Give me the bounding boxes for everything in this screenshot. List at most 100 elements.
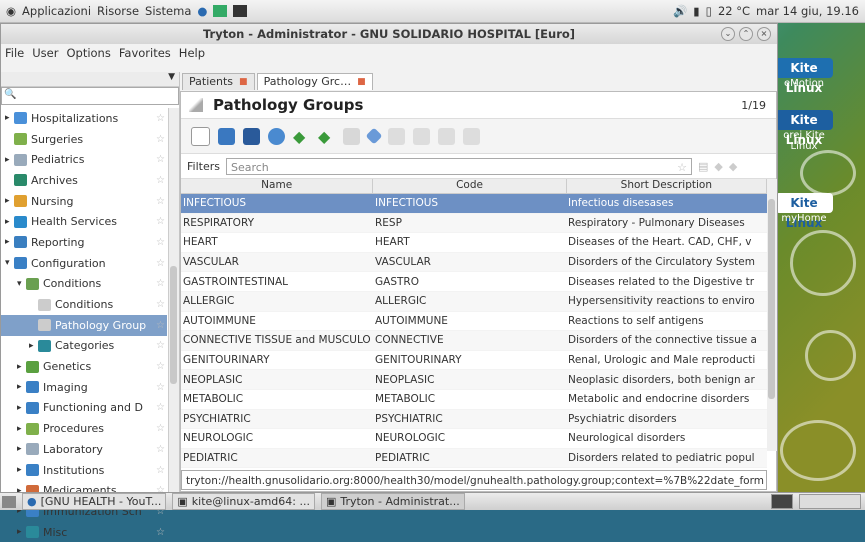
sidebar-item[interactable]: ▸ Pediatrics ☆ <box>1 149 167 170</box>
tab-patients[interactable]: Patients ■ <box>182 73 255 90</box>
sidebar-item[interactable]: ▸ Misc ☆ <box>1 522 167 542</box>
expand-arrow-icon[interactable]: ▸ <box>17 403 26 413</box>
table-row[interactable]: CONNECTIVE TISSUE and MUSCULO CONNECTIVE D… <box>181 331 767 351</box>
sidebar-item[interactable]: ▸ Hospitalizations ☆ <box>1 108 167 129</box>
favorite-star-icon[interactable]: ☆ <box>156 444 165 455</box>
report-icon[interactable] <box>413 127 430 145</box>
email-icon[interactable] <box>438 127 455 145</box>
table-row[interactable]: RESPIRATORY RESP Respiratory - Pulmonary D… <box>181 213 767 234</box>
menu-favorites[interactable]: Favorites <box>119 46 171 60</box>
sidebar-item[interactable]: Conditions ☆ <box>1 294 167 315</box>
table-row[interactable]: HEART HEART Diseases of the Heart. CAD, CH… <box>181 233 767 253</box>
save-icon[interactable] <box>218 127 235 145</box>
menu-file[interactable]: File <box>5 46 24 60</box>
menu-help[interactable]: Help <box>179 46 205 60</box>
favorite-star-icon[interactable]: ☆ <box>156 361 165 372</box>
clock-text[interactable]: mar 14 giu, 19.16 <box>756 4 859 18</box>
close-tab-icon[interactable]: ■ <box>239 74 248 90</box>
sidebar-item[interactable]: ▸ Functioning and D ☆ <box>1 398 167 419</box>
next-icon[interactable]: ◆ <box>318 128 335 145</box>
column-code[interactable]: Code <box>373 179 567 193</box>
menu-user[interactable]: User <box>32 46 58 60</box>
menu-applications[interactable]: Applicazioni <box>22 4 91 18</box>
scrollbar-thumb[interactable] <box>170 266 177 384</box>
taskbar-item-terminal[interactable]: ▣ kite@linux-amd64: ... <box>172 493 315 510</box>
sidebar-item[interactable]: ▸ Genetics ☆ <box>1 356 167 377</box>
attachment-icon[interactable] <box>343 127 360 145</box>
star-icon[interactable]: ☆ <box>677 159 687 176</box>
menu-system[interactable]: Sistema <box>145 4 191 18</box>
column-name[interactable]: Name <box>181 179 374 193</box>
monitor-launcher-icon[interactable] <box>213 5 228 17</box>
column-short-description[interactable]: Short Description <box>567 179 767 193</box>
battery-icon[interactable]: ▯ <box>706 4 712 18</box>
sidebar-search-input[interactable]: 🔍 <box>1 87 179 105</box>
window-titlebar[interactable]: Tryton - Administrator - GNU SOLIDARIO H… <box>1 24 777 44</box>
sidebar-item[interactable]: Surgeries ☆ <box>1 129 167 150</box>
previous-page-icon[interactable]: ◆ <box>714 160 722 173</box>
terminal-launcher-icon[interactable] <box>233 5 248 17</box>
sidebar-item[interactable]: ▸ Institutions ☆ <box>1 460 167 481</box>
grid-scrollbar[interactable] <box>767 179 777 451</box>
system-logo-icon[interactable]: ◉ <box>6 4 16 18</box>
table-row[interactable]: ALLERGIC ALLERGIC Hypersensitivity reactio… <box>181 291 767 312</box>
minimize-icon[interactable]: ⌄ <box>721 27 735 41</box>
table-row[interactable]: NEOPLASIC NEOPLASIC Neoplasic disorders, b… <box>181 370 767 390</box>
expand-arrow-icon[interactable]: ▸ <box>5 196 14 206</box>
sidebar-item[interactable]: Pathology Group ☆ <box>1 314 167 336</box>
favorite-star-icon[interactable]: ☆ <box>156 258 165 269</box>
taskbar-item-youtube[interactable]: ● [GNU HEALTH - YouT... <box>22 493 167 510</box>
action-icon[interactable] <box>365 127 383 145</box>
scrollbar-thumb[interactable] <box>768 199 775 399</box>
expand-arrow-icon[interactable]: ▸ <box>17 527 26 537</box>
table-row[interactable]: METABOLIC METABOLIC Metabolic and endocrin… <box>181 390 767 410</box>
sidebar-item[interactable]: ▾ Conditions ☆ <box>1 274 167 295</box>
show-desktop-icon[interactable] <box>2 495 16 508</box>
expand-arrow-icon[interactable]: ▸ <box>5 155 14 165</box>
expand-arrow-icon[interactable]: ▸ <box>17 362 26 372</box>
sidebar-item[interactable]: Archives ☆ <box>1 170 167 191</box>
favorite-star-icon[interactable]: ☆ <box>156 154 165 165</box>
table-row[interactable]: PEDIATRIC PEDIATRIC Disorders related to p… <box>181 448 767 469</box>
table-row[interactable]: VASCULAR VASCULAR Disorders of the Circula… <box>181 252 767 273</box>
favorite-star-icon[interactable]: ☆ <box>156 340 165 351</box>
desktop-icon-myhome[interactable]: Kite Linux myHome <box>775 193 833 230</box>
taskbar-item-tryton[interactable]: ▣ Tryton - Administrat... <box>320 493 465 510</box>
favorite-star-icon[interactable]: ☆ <box>156 278 165 289</box>
table-row[interactable]: AUTOIMMUNE AUTOIMMUNE Reactions to self an… <box>181 312 767 332</box>
expand-arrow-icon[interactable]: ▾ <box>17 279 26 289</box>
favorite-star-icon[interactable]: ☆ <box>156 113 165 124</box>
favorite-star-icon[interactable]: ☆ <box>156 423 165 434</box>
workspace-switcher-icon[interactable] <box>771 494 793 509</box>
favorite-star-icon[interactable]: ☆ <box>156 527 165 538</box>
favorite-star-icon[interactable]: ☆ <box>156 402 165 413</box>
favorite-star-icon[interactable]: ☆ <box>156 465 165 476</box>
volume-icon[interactable]: 🔊 <box>673 4 687 18</box>
sidebar-item[interactable]: ▸ Categories ☆ <box>1 336 167 357</box>
dropdown-arrow-icon[interactable]: ▼ <box>168 72 175 82</box>
url-field[interactable]: tryton://health.gnusolidario.org:8000/he… <box>181 470 767 490</box>
table-row[interactable]: GENITOURINARY GENITOURINARY Renal, Urologi… <box>181 351 767 371</box>
next-page-icon[interactable]: ◆ <box>729 160 737 173</box>
tab-pathology-groups[interactable]: Pathology Grc… ■ <box>256 73 373 90</box>
favorite-star-icon[interactable]: ☆ <box>156 196 165 207</box>
close-tab-icon[interactable]: ■ <box>357 74 366 90</box>
menu-options[interactable]: Options <box>66 46 110 60</box>
favorite-star-icon[interactable]: ☆ <box>156 175 165 186</box>
favorite-star-icon[interactable]: ☆ <box>156 299 165 310</box>
favorite-star-icon[interactable]: ☆ <box>156 237 165 248</box>
expand-arrow-icon[interactable]: ▸ <box>5 217 14 227</box>
expand-arrow-icon[interactable]: ▸ <box>17 465 26 475</box>
previous-icon[interactable]: ◆ <box>293 128 310 145</box>
close-icon[interactable]: × <box>757 27 771 41</box>
table-row[interactable]: INFECTIOUS INFECTIOUS Infectious disesases <box>181 194 767 214</box>
search-input[interactable]: Search ☆ <box>225 157 692 176</box>
favorite-star-icon[interactable]: ☆ <box>156 134 165 145</box>
new-icon[interactable] <box>191 126 210 146</box>
switch-view-icon[interactable] <box>243 127 260 145</box>
expand-arrow-icon[interactable]: ▸ <box>5 237 14 247</box>
favorite-star-icon[interactable]: ☆ <box>156 382 165 393</box>
table-row[interactable]: NEUROLOGIC NEUROLOGIC Neurological disorde… <box>181 429 767 449</box>
browser-launcher-icon[interactable]: ● <box>197 4 207 18</box>
sidebar-item[interactable]: ▸ Imaging ☆ <box>1 377 167 398</box>
